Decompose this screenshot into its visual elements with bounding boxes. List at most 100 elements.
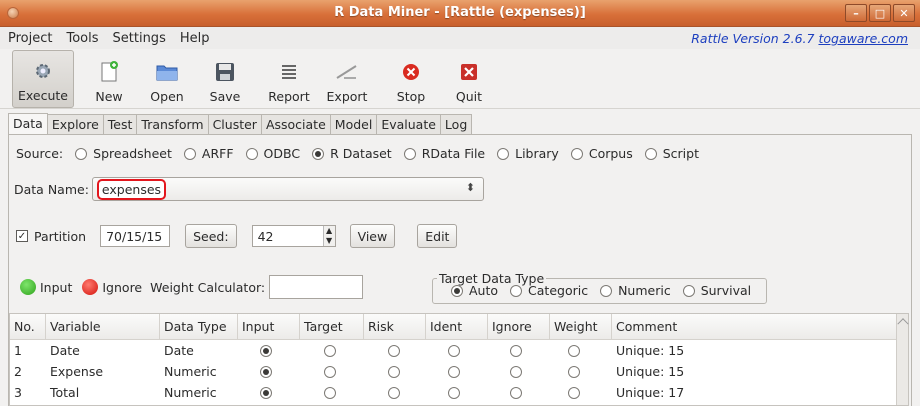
tab-explore[interactable]: Explore — [46, 114, 104, 135]
target-option-numeric[interactable]: Numeric — [600, 283, 671, 298]
tab-evaluate[interactable]: Evaluate — [376, 114, 441, 135]
tab-model[interactable]: Model — [329, 114, 378, 135]
togaware-link[interactable]: togaware.com — [818, 31, 908, 46]
seed-spin[interactable]: 42 ▲ ▼ — [251, 225, 336, 247]
header-comment[interactable]: Comment — [612, 314, 882, 340]
gears-icon — [32, 60, 54, 82]
target-option-categoric[interactable]: Categoric — [510, 283, 588, 298]
data-name-value: expenses — [96, 178, 167, 200]
menu-help[interactable]: Help — [180, 31, 210, 46]
source-option-odbc[interactable]: ODBC — [245, 146, 300, 161]
role-input-radio[interactable] — [238, 344, 300, 357]
role-ident-radio[interactable] — [426, 344, 488, 357]
close-window-button[interactable]: ✕ — [893, 4, 915, 22]
role-target-radio[interactable] — [300, 344, 364, 357]
partition-entry[interactable]: 70/15/15 — [100, 225, 171, 247]
source-option-r-dataset[interactable]: R Dataset — [312, 146, 392, 161]
role-risk-radio[interactable] — [364, 344, 426, 357]
input-dot-icon[interactable] — [20, 279, 36, 295]
data-type: Numeric — [164, 385, 217, 400]
radio-icon — [448, 344, 460, 357]
ignore-dot-icon[interactable] — [82, 279, 99, 295]
partition-checkbox[interactable]: ✓ — [16, 230, 28, 242]
tab-test[interactable]: Test — [102, 114, 138, 135]
new-document-icon — [98, 61, 120, 83]
maximize-button[interactable]: □ — [869, 4, 891, 22]
role-risk-radio[interactable] — [364, 365, 426, 378]
option-label: Numeric — [618, 283, 671, 298]
spin-arrows-icon[interactable]: ▲ ▼ — [322, 226, 335, 246]
window-title: R Data Miner - [Rattle (expenses)] — [334, 5, 586, 20]
tab-cluster[interactable]: Cluster — [207, 114, 262, 135]
new-label: New — [95, 89, 123, 104]
save-label: Save — [209, 89, 241, 104]
data-name-combo[interactable]: expenses ⬍ — [91, 177, 484, 201]
weight-calculator-input[interactable] — [269, 275, 364, 299]
radio-icon — [568, 344, 580, 357]
source-option-library[interactable]: Library — [497, 146, 559, 161]
header-weight[interactable]: Weight — [550, 313, 612, 340]
role-target-radio[interactable] — [300, 386, 364, 399]
target-option-auto[interactable]: Auto — [451, 283, 498, 298]
vertical-scrollbar[interactable] — [896, 314, 908, 405]
open-button[interactable]: Open — [138, 50, 196, 108]
table-row[interactable]: 2 Expense Numeric Unique: 15 — [10, 361, 908, 382]
export-button[interactable]: Export — [318, 50, 376, 108]
table-row[interactable]: 3 Total Numeric Unique: 17 — [10, 382, 908, 403]
source-option-arff[interactable]: ARFF — [183, 146, 234, 161]
comment: Unique: 15 — [616, 364, 685, 379]
header-risk[interactable]: Risk — [364, 313, 426, 340]
edit-button[interactable]: Edit — [417, 224, 458, 248]
tab-data[interactable]: Data — [8, 113, 48, 135]
tab-transform[interactable]: Transform — [136, 114, 209, 135]
execute-label: Execute — [18, 88, 68, 103]
seed-button[interactable]: Seed: — [185, 224, 237, 248]
report-label: Report — [268, 89, 310, 104]
header-ignore[interactable]: Ignore — [488, 313, 550, 340]
role-ident-radio[interactable] — [426, 365, 488, 378]
stop-button[interactable]: Stop — [382, 50, 440, 108]
header-no[interactable]: No. — [10, 313, 46, 340]
report-button[interactable]: Report — [260, 50, 318, 108]
export-label: Export — [326, 89, 368, 104]
data-name-label: Data Name: — [14, 181, 89, 197]
role-weight-radio[interactable] — [550, 386, 612, 399]
source-option-corpus[interactable]: Corpus — [570, 146, 633, 161]
option-label: Library — [515, 146, 559, 161]
role-weight-radio[interactable] — [550, 365, 612, 378]
header-variable[interactable]: Variable — [46, 313, 160, 340]
menu-settings[interactable]: Settings — [113, 31, 166, 46]
role-input-radio[interactable] — [238, 365, 300, 378]
tab-associate[interactable]: Associate — [260, 114, 331, 135]
stop-label: Stop — [396, 89, 426, 104]
role-target-radio[interactable] — [300, 365, 364, 378]
quit-button[interactable]: Quit — [440, 50, 498, 108]
source-option-spreadsheet[interactable]: Spreadsheet — [75, 146, 172, 161]
target-option-survival[interactable]: Survival — [682, 283, 751, 298]
role-ignore-radio[interactable] — [488, 365, 550, 378]
source-option-script[interactable]: Script — [644, 146, 699, 161]
menu-tools[interactable]: Tools — [66, 31, 98, 46]
minimize-button[interactable]: – — [845, 4, 867, 22]
menu-project[interactable]: Project — [8, 31, 52, 46]
role-ignore-radio[interactable] — [488, 344, 550, 357]
role-ident-radio[interactable] — [426, 386, 488, 399]
option-label: R Dataset — [330, 146, 392, 161]
source-option-rdata-file[interactable]: RData File — [403, 146, 485, 161]
role-weight-radio[interactable] — [550, 344, 612, 357]
radio-icon — [75, 147, 88, 160]
save-button[interactable]: Save — [196, 50, 254, 108]
role-risk-radio[interactable] — [364, 386, 426, 399]
header-target[interactable]: Target — [300, 313, 364, 340]
updown-arrows-icon: ⬍ — [465, 181, 475, 194]
header-data-type[interactable]: Data Type — [160, 313, 238, 340]
header-ident[interactable]: Ident — [426, 313, 488, 340]
role-input-radio[interactable] — [238, 386, 300, 399]
execute-button[interactable]: Execute — [12, 50, 74, 108]
header-input[interactable]: Input — [238, 313, 300, 340]
role-ignore-radio[interactable] — [488, 386, 550, 399]
new-button[interactable]: New — [80, 50, 138, 108]
view-button[interactable]: View — [349, 224, 396, 248]
table-row[interactable]: 1 Date Date Unique: 15 — [10, 340, 908, 361]
tab-log[interactable]: Log — [439, 114, 473, 135]
